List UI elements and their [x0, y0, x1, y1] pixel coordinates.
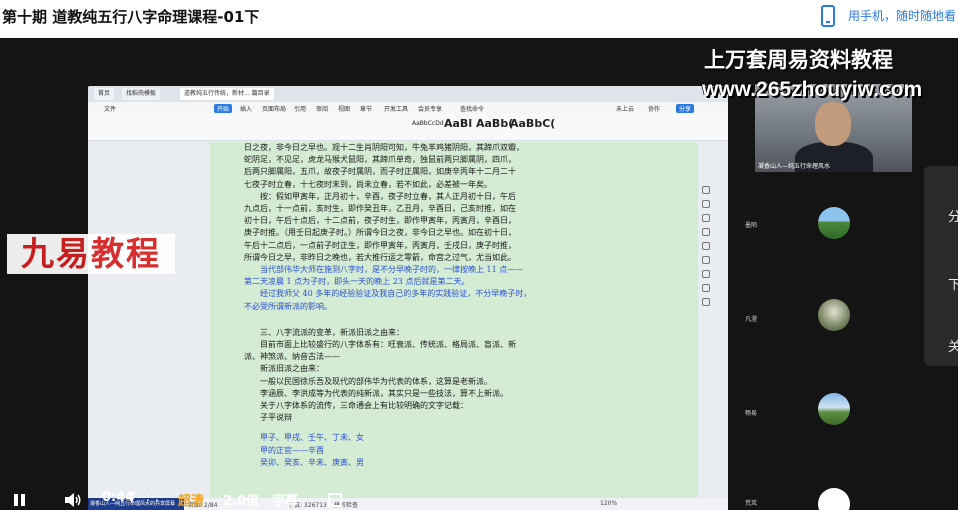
participant-name: 凡澄 — [745, 316, 758, 323]
doc-line: 七夜子时立春，十七夜时末到，尚未立春，若不如此，必差被一年矣。 — [244, 179, 492, 189]
side-panel-item[interactable]: 分 — [948, 206, 958, 225]
doc-line: 关于八字体系的流传，三命通会上有比较明确的文字记载： — [260, 401, 468, 411]
wps-side-toolbar — [700, 186, 714, 312]
doc-line-blue: 甲子、甲戌、壬午、丁未、女 — [260, 433, 364, 443]
participant-avatar[interactable] — [818, 393, 850, 425]
side-panel[interactable]: 分 下 关 — [924, 166, 958, 366]
doc-line-blue: 当代部伟华大师在施测八字时，是不分早晚子时的，一律按晚上 11 点—— — [260, 265, 524, 275]
menu-insert[interactable]: 插入 — [240, 104, 252, 113]
menu-layout[interactable]: 页面布局 — [262, 104, 286, 113]
duration: -:-:- — [141, 490, 164, 505]
location-icon[interactable] — [702, 298, 710, 306]
wps-ribbon: AaBbCcDd AaBl AaBb( AaBbC( — [88, 114, 728, 141]
player-controls: 0:44 / -:-:- 超清 2.0倍 字幕 — [0, 486, 958, 510]
overlay-url: www.265zhouyiw.com — [702, 78, 923, 101]
time-separator: / — [131, 490, 136, 505]
menu-file[interactable]: 文件 — [104, 104, 116, 113]
page-title: 第十期 道教纯五行八字命理课程-01下 — [2, 8, 260, 26]
wps-menu-bar: 文件 开始 插入 页面布局 引用 审阅 视图 章节 开发工具 会员专享 查找命令… — [88, 102, 728, 114]
wps-tab-bar: 首页 找稻壳模板 道教纯五行传统，新材... 篇目录 — [88, 86, 728, 102]
select-icon[interactable] — [702, 186, 710, 194]
doc-line-blue: 经过我师父 40 多年的经验验证及我自己的多年的实践验证，不分早晚子时， — [260, 289, 532, 299]
webcam-label: 凝香山人—纯五行命理风水 — [758, 163, 831, 170]
quality-button[interactable]: 超清 — [178, 490, 204, 509]
style-icon[interactable] — [702, 214, 710, 222]
wps-tab-document[interactable]: 道教纯五行传统，新材... 篇目录 — [180, 88, 274, 100]
mobile-view-link[interactable]: 用手机，随时随地看 — [848, 7, 956, 24]
menu-search-command[interactable]: 查找命令 — [460, 104, 484, 113]
title-bar: 第十期 道教纯五行八字命理课程-01下 用手机，随时随地看 — [0, 0, 958, 36]
globe-icon[interactable] — [702, 284, 710, 292]
current-time: 0:44 — [102, 490, 135, 505]
shared-screen: 首页 找稻壳模板 道教纯五行传统，新材... 篇目录 文件 开始 插入 页面布局… — [88, 86, 728, 510]
menu-share[interactable]: 分享 — [676, 104, 695, 113]
help-icon[interactable] — [702, 256, 710, 264]
wps-tab-home[interactable]: 首页 — [94, 88, 115, 100]
video-player[interactable]: 首页 找稻壳模板 道教纯五行传统，新材... 篇目录 文件 开始 插入 页面布局… — [0, 38, 958, 510]
format-icon[interactable] — [702, 200, 710, 208]
side-panel-item[interactable]: 下 — [948, 274, 958, 293]
fullscreen-icon[interactable] — [328, 493, 342, 507]
doc-line: 新派旧派之由来： — [260, 364, 324, 374]
menu-review[interactable]: 审阅 — [316, 104, 328, 113]
menu-view[interactable]: 视图 — [338, 104, 350, 113]
share-icon[interactable] — [702, 270, 710, 278]
doc-line: 午后十二点后，一点前子时正生，即作甲寅年，丙寅月，壬戌日，庚子时推， — [244, 240, 516, 250]
pause-icon[interactable] — [14, 494, 26, 506]
menu-cloud[interactable]: 未上云 — [616, 104, 634, 113]
presenter-head — [815, 102, 851, 146]
participant-avatar[interactable] — [818, 299, 850, 331]
menu-chapter[interactable]: 章节 — [360, 104, 372, 113]
doc-line: 蛇阴足，不见足，虎龙马猴犬鼠阳，其蹄爪单奇，独鼠前两只脚属阴，四爪， — [244, 155, 516, 165]
participant-name: 畅易 — [745, 410, 758, 417]
style-normal-sample[interactable]: AaBbCcDd — [412, 120, 444, 127]
doc-line: 日之夜，非今日之早也。观十二生肖阴阳可知，牛兔羊鸡猪阴阳，其蹄爪双瓣， — [244, 143, 524, 152]
menu-devtools[interactable]: 开发工具 — [384, 104, 408, 113]
doc-line: 初十日，午后十点后，十二点前，夜子时生，即作甲寅年，丙寅月，辛酉日， — [244, 216, 516, 226]
menu-member[interactable]: 会员专享 — [418, 104, 442, 113]
doc-line: 按：假如甲寅年，正月初十，辛酉，夜子时立春，其人正月初十日，午后 — [260, 191, 516, 201]
side-panel-item[interactable]: 关 — [948, 336, 958, 355]
doc-line-blue: 癸卯、癸亥、辛未、庚寅、男 — [260, 457, 364, 467]
doc-line-blue: 不必受所谓新派的影响。 — [244, 301, 332, 311]
doc-line: 派、神煞派、纳音古法—— — [244, 352, 340, 362]
subtitle-button[interactable]: 字幕 — [272, 490, 298, 509]
speed-button[interactable]: 2.0倍 — [223, 490, 259, 509]
doc-line: 目前市面上比较盛行的八字体系有：旺衰派、传统派、格局派、盲派、新 — [260, 340, 516, 350]
style-h3-sample[interactable]: AaBbC( — [510, 117, 555, 130]
doc-line-blue: 第二天凌晨 1 点为子时，即头一天的晚上 23 点后就是第二天。 — [244, 277, 470, 287]
style-h2-sample[interactable]: AaBb( — [476, 117, 513, 130]
phone-icon[interactable] — [821, 5, 835, 27]
doc-section-heading: 三、八字流派的变革，新派旧派之由来： — [260, 327, 404, 337]
doc-line: 九点后，十一点前，亥时生，即作癸丑年，乙丑月，辛酉日，己亥时推，如在 — [244, 204, 516, 214]
menu-collab[interactable]: 协作 — [648, 104, 660, 113]
doc-line: 李涵辰、李洪成等为代表的纯新派，其实只是一些技法，算不上新派。 — [260, 388, 508, 398]
participant-name: 墨陌 — [745, 222, 758, 229]
doc-line: 庚子时推。（用壬日起庚子时。）所谓今日之夜，非今日之早也。如在初十日， — [244, 228, 516, 238]
doc-line-blue: 甲的正官——辛酉 — [260, 445, 324, 455]
menu-home[interactable]: 开始 — [214, 104, 233, 113]
watermark-logo: 九易教程 — [7, 234, 175, 274]
document-page[interactable]: 日之夜，非今日之早也。观十二生肖阴阳可知，牛兔羊鸡猪阴阳，其蹄爪双瓣， 蛇阴足，… — [210, 142, 698, 498]
edit-icon[interactable] — [702, 228, 710, 236]
doc-line: 后两只脚属阳，五爪，故夜子时属阴，而子时正属阳，如庚辛丙年十二月二十 — [244, 167, 516, 177]
doc-line: 所谓今日之早，非昨日之晚也，若大推行运之零箭，命宫之过气，尤当如此。 — [244, 252, 516, 262]
participant-avatar[interactable] — [818, 207, 850, 239]
wps-tab-templates[interactable]: 找稻壳模板 — [122, 88, 161, 100]
volume-icon[interactable] — [64, 493, 82, 507]
style-h1-sample[interactable]: AaBl — [444, 117, 472, 130]
overlay-title: 上万套周易资料教程 — [704, 48, 893, 72]
menu-references[interactable]: 引用 — [294, 104, 306, 113]
settings-icon[interactable] — [702, 242, 710, 250]
doc-line: 子平说辩 — [260, 413, 292, 423]
doc-line: 一般以民国徐乐吾及现代的部伟华为代表的体系，这算是老新派。 — [260, 376, 492, 386]
